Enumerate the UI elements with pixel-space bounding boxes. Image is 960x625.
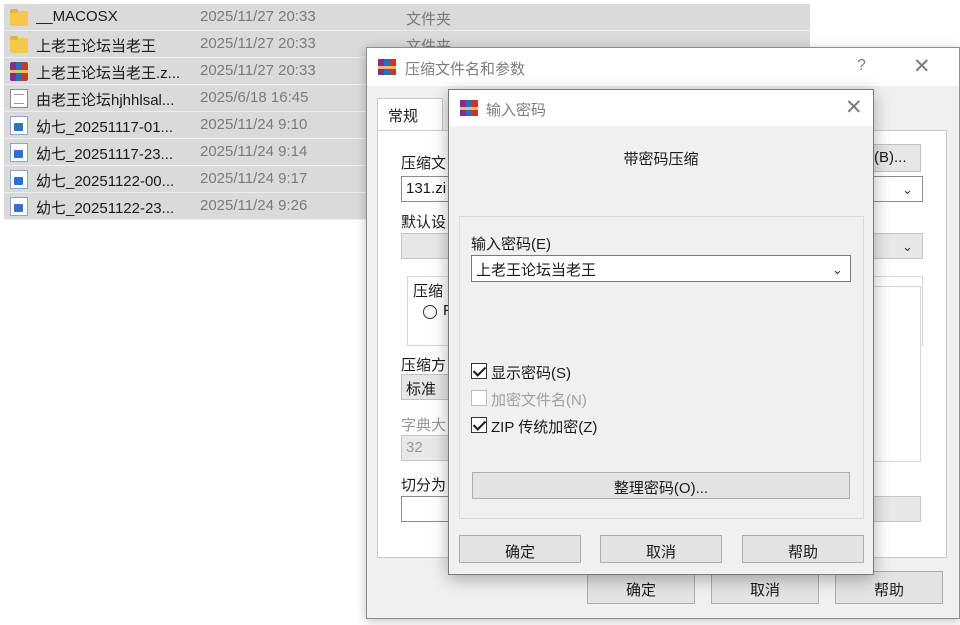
file-date: 2025/11/24 9:17: [200, 170, 308, 187]
compression-method-value: 标准: [406, 381, 437, 398]
file-date: 2025/11/24 9:26: [200, 197, 308, 214]
file-date: 2025/11/24 9:10: [200, 116, 308, 133]
default-profile-label: 默认设: [401, 214, 447, 231]
word-document-icon: [10, 116, 28, 135]
archive-name-value: 131.zip: [406, 180, 446, 197]
close-icon[interactable]: ✕: [845, 95, 863, 120]
compression-method-label: 压缩方: [401, 357, 447, 374]
dialog-title: 压缩文件名和参数: [405, 61, 526, 78]
dictionary-size-label: 字典大: [401, 417, 447, 434]
close-icon[interactable]: ✕: [913, 54, 931, 79]
chevron-down-icon: ⌄: [902, 182, 913, 197]
archive-name-label: 压缩文: [401, 155, 447, 172]
text-document-icon: [10, 89, 28, 108]
encrypt-file-names-checkbox: [471, 390, 487, 406]
chevron-down-icon: ⌄: [902, 239, 913, 254]
show-password-label: 显示密码(S): [491, 365, 571, 382]
options-list: [873, 286, 921, 462]
file-name: 由老王论坛hjhhlsal...: [36, 92, 175, 109]
winrar-icon: [460, 100, 478, 116]
file-name: __MACOSX: [36, 8, 118, 25]
organize-passwords-button[interactable]: 整理密码(O)...: [472, 472, 850, 499]
archive-format-label: 压缩: [413, 283, 444, 300]
file-date: 2025/11/24 9:14: [200, 143, 308, 160]
format-radio[interactable]: [423, 305, 437, 319]
tab-general[interactable]: 常规: [377, 98, 443, 131]
password-dialog: 输入密码 ✕ 带密码压缩 输入密码(E) 上老王论坛当老王 ⌄ 显示密码(S) …: [448, 89, 874, 575]
help-button[interactable]: 帮助: [742, 535, 864, 563]
set-password-button[interactable]: [873, 496, 921, 522]
file-date: 2025/11/27 20:33: [200, 35, 316, 52]
dialog-title: 输入密码: [486, 102, 547, 119]
zip-legacy-encryption-checkbox[interactable]: [471, 417, 487, 433]
word-document-icon: [10, 143, 28, 162]
password-value: 上老王论坛当老王: [476, 262, 597, 279]
word-document-icon: [10, 170, 28, 189]
cancel-button[interactable]: 取消: [711, 571, 819, 604]
title-bar[interactable]: 压缩文件名和参数 ? ✕: [367, 48, 959, 86]
dictionary-size-value: 32: [406, 439, 423, 456]
folder-icon: [10, 8, 28, 27]
file-name: 幼七_20251117-01...: [36, 119, 174, 136]
file-date: 2025/11/27 20:33: [200, 62, 316, 79]
file-row[interactable]: __MACOSX 2025/11/27 20:33 文件夹: [4, 4, 810, 31]
file-date: 2025/6/18 16:45: [200, 89, 309, 106]
password-label: 输入密码(E): [471, 236, 551, 253]
encrypt-file-names-label: 加密文件名(N): [491, 392, 587, 409]
winrar-icon: [378, 59, 396, 75]
file-date: 2025/11/27 20:33: [200, 8, 316, 25]
zip-legacy-encryption-label: ZIP 传统加密(Z): [491, 419, 598, 436]
file-name: 幼七_20251122-00...: [36, 173, 175, 190]
winrar-archive-icon: [10, 62, 28, 81]
cancel-button[interactable]: 取消: [600, 535, 722, 563]
word-document-icon: [10, 197, 28, 216]
dialog-heading: 带密码压缩: [623, 151, 699, 168]
chevron-down-icon[interactable]: ⌄: [832, 262, 843, 278]
help-button[interactable]: 帮助: [835, 571, 943, 604]
file-name: 上老王论坛当老王.z...: [36, 65, 181, 82]
password-input[interactable]: 上老王论坛当老王 ⌄: [471, 255, 851, 282]
ok-button[interactable]: 确定: [587, 571, 695, 604]
split-volumes-label: 切分为: [401, 477, 447, 494]
file-name: 幼七_20251122-23...: [36, 200, 175, 217]
file-name: 幼七_20251117-23...: [36, 146, 174, 163]
file-name: 上老王论坛当老王: [36, 38, 157, 55]
ok-button[interactable]: 确定: [459, 535, 581, 563]
file-type: 文件夹: [406, 11, 452, 28]
show-password-checkbox[interactable]: [471, 363, 487, 379]
folder-icon: [10, 35, 28, 54]
title-bar[interactable]: 输入密码 ✕: [449, 90, 873, 126]
help-icon[interactable]: ?: [857, 57, 866, 75]
